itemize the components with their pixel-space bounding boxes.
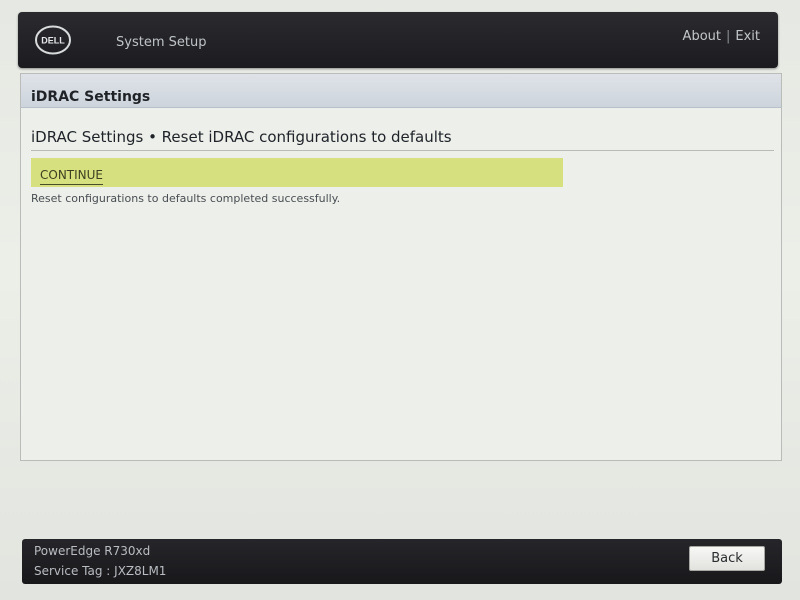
back-button[interactable]: Back: [689, 546, 765, 571]
dell-logo: DELL: [34, 25, 72, 55]
section-divider: [31, 150, 774, 151]
exit-link[interactable]: Exit: [735, 29, 760, 44]
header-bar: DELL System Setup About | Exit: [18, 12, 778, 68]
system-setup-screen: DELL System Setup About | Exit iDRAC Setti…: [0, 0, 800, 600]
page-title: iDRAC Settings: [31, 89, 151, 105]
header-links: About | Exit: [683, 29, 760, 44]
server-model: PowerEdge R730xd: [34, 544, 151, 558]
status-message: Reset configurations to defaults complet…: [31, 192, 341, 205]
panel-titlebar: iDRAC Settings: [21, 74, 781, 108]
continue-label[interactable]: CONTINUE: [40, 168, 104, 185]
dell-logo-text: DELL: [41, 36, 65, 46]
content-panel: iDRAC Settings iDRAC Settings • Reset iD…: [20, 73, 782, 461]
service-tag: Service Tag : JXZ8LM1: [34, 564, 167, 578]
about-link[interactable]: About: [683, 29, 721, 44]
continue-button[interactable]: CONTINUE: [31, 158, 563, 187]
link-separator: |: [725, 29, 731, 44]
section-heading: iDRAC Settings • Reset iDRAC configurati…: [31, 128, 452, 146]
footer-bar: PowerEdge R730xd Service Tag : JXZ8LM1 B…: [22, 539, 782, 584]
app-title: System Setup: [116, 35, 207, 50]
